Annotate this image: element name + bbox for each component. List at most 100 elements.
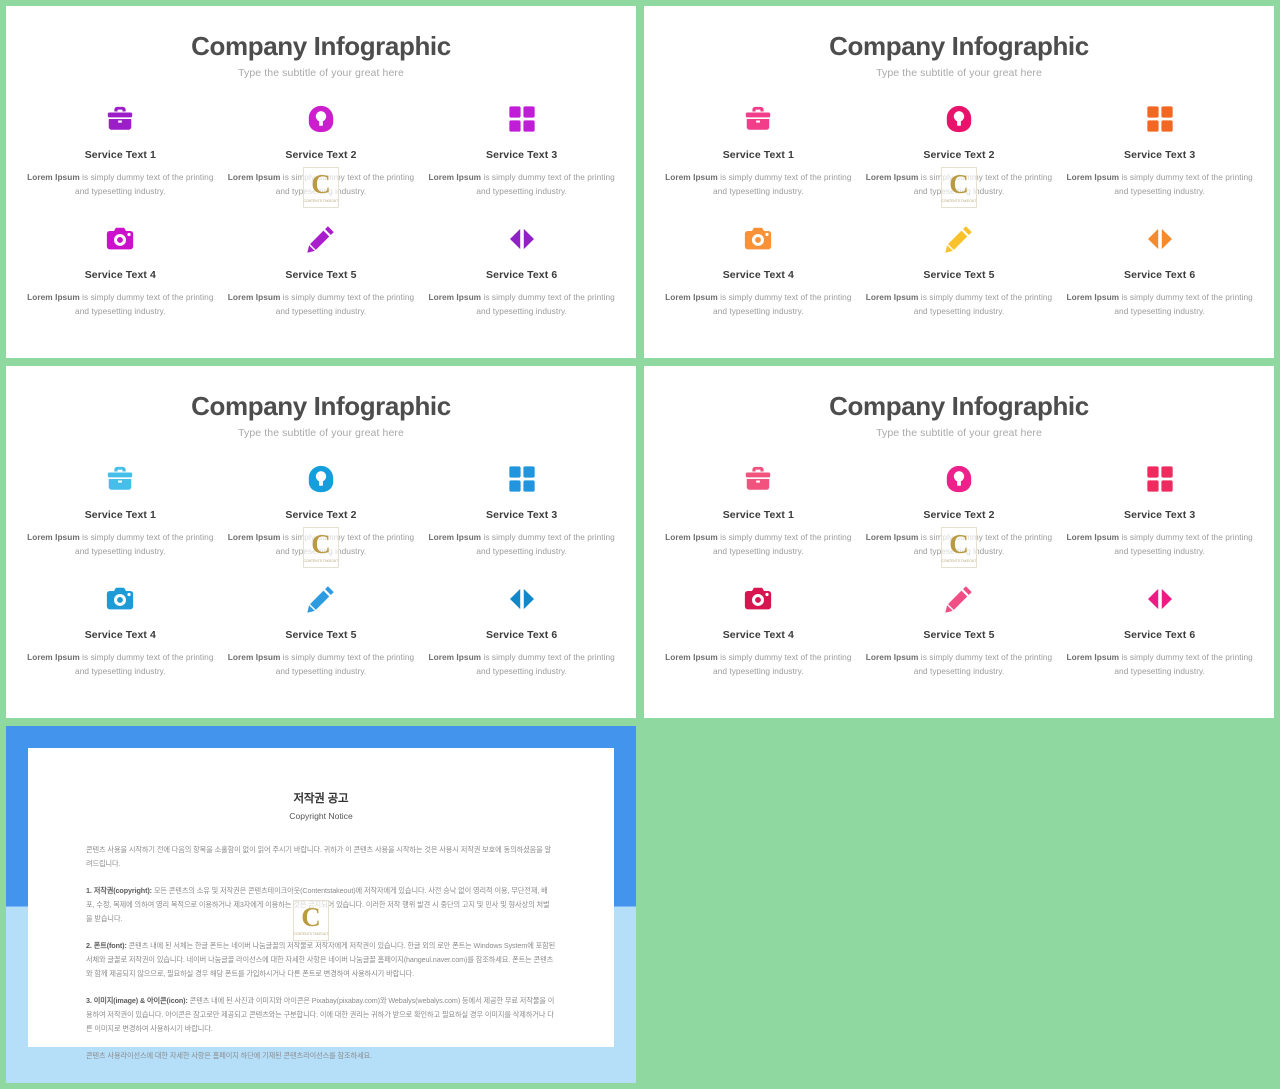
service-description-lead: Lorem Ipsum (865, 171, 919, 182)
service-description: Lorem Ipsum is simply dummy text of the … (26, 650, 215, 679)
service-item[interactable]: Service Text 4 Lorem Ipsum is simply dumm… (658, 221, 859, 341)
service-item[interactable]: Service Text 1 Lorem Ipsum is simply dumm… (658, 461, 859, 581)
service-item[interactable]: Service Text 1 Lorem Ipsum is simply dumm… (20, 101, 221, 221)
infographic-slide-rose[interactable]: Company Infographic Type the subtitle of… (644, 366, 1274, 718)
headphones-icon (227, 461, 416, 497)
service-title: Service Text 4 (722, 628, 794, 641)
service-item[interactable]: Service Text 4 Lorem Ipsum is simply dumm… (658, 581, 859, 701)
service-description: Lorem Ipsum is simply dummy text of the … (427, 170, 616, 199)
service-title: Service Text 1 (722, 508, 794, 521)
service-item[interactable]: Service Text 6 Lorem Ipsum is simply dumm… (421, 221, 622, 341)
copyright-paragraph-text: 콘텐츠 사용을 시작하기 전에 다음의 항목을 소홀함이 없이 읽어 주시기 바… (86, 845, 552, 869)
service-item[interactable]: Service Text 3 Lorem Ipsum is simply dumm… (1059, 101, 1260, 221)
service-description: Lorem Ipsum is simply dummy text of the … (1065, 650, 1254, 679)
service-title: Service Text 3 (1124, 148, 1196, 161)
service-item[interactable]: Service Text 5 Lorem Ipsum is simply dumm… (859, 581, 1060, 701)
copyright-card: 저작권 공고 Copyright Notice 콘텐츠 사용을 시작하기 전에 … (28, 748, 614, 1060)
service-description-lead: Lorem Ipsum (428, 171, 482, 182)
slide-header: Company Infographic Type the subtitle of… (644, 366, 1274, 439)
service-item[interactable]: Service Text 6 Lorem Ipsum is simply dumm… (421, 581, 622, 701)
service-description-rest: is simply dummy text of the printing and… (1114, 291, 1253, 317)
service-item[interactable]: Service Text 1 Lorem Ipsum is simply dumm… (658, 101, 859, 221)
grid-icon (1065, 101, 1254, 137)
service-description-lead: Lorem Ipsum (428, 291, 482, 302)
service-title: Service Text 3 (486, 148, 558, 161)
service-item[interactable]: Service Text 3 Lorem Ipsum is simply dumm… (1059, 461, 1260, 581)
service-item[interactable]: Service Text 2 Lorem Ipsum is simply dumm… (859, 461, 1060, 581)
service-title: Service Text 6 (1124, 268, 1196, 281)
arrows-icon (427, 581, 616, 617)
service-description-lead: Lorem Ipsum (27, 291, 80, 302)
infographic-slide-pink-orange[interactable]: Company Infographic Type the subtitle of… (644, 6, 1274, 358)
service-title: Service Text 5 (285, 268, 357, 281)
copyright-paragraph-lead: 2. 폰트(font): (86, 941, 127, 951)
service-item[interactable]: Service Text 3 Lorem Ipsum is simply dumm… (421, 461, 622, 581)
service-description: Lorem Ipsum is simply dummy text of the … (227, 290, 416, 319)
service-title: Service Text 4 (722, 268, 794, 281)
briefcase-icon (664, 461, 853, 497)
service-item[interactable]: Service Text 5 Lorem Ipsum is simply dumm… (221, 221, 422, 341)
grid-icon (427, 461, 616, 497)
service-item[interactable]: Service Text 6 Lorem Ipsum is simply dumm… (1059, 221, 1260, 341)
service-grid: Service Text 1 Lorem Ipsum is simply dumm… (6, 461, 636, 701)
service-description: Lorem Ipsum is simply dummy text of the … (664, 290, 853, 319)
service-grid: Service Text 1 Lorem Ipsum is simply dumm… (644, 101, 1274, 341)
service-item[interactable]: Service Text 4 Lorem Ipsum is simply dumm… (20, 221, 221, 341)
headphones-icon (865, 461, 1054, 497)
pencil-icon (865, 581, 1054, 617)
service-description-lead: Lorem Ipsum (227, 291, 281, 302)
pencil-icon (227, 581, 416, 617)
service-description: Lorem Ipsum is simply dummy text of the … (227, 170, 416, 199)
service-description-lead: Lorem Ipsum (865, 291, 919, 302)
service-item[interactable]: Service Text 3 Lorem Ipsum is simply dumm… (421, 101, 622, 221)
pencil-icon (227, 221, 416, 257)
service-description-lead: Lorem Ipsum (1066, 291, 1120, 302)
service-description-lead: Lorem Ipsum (227, 171, 281, 182)
service-description: Lorem Ipsum is simply dummy text of the … (427, 530, 616, 559)
service-description: Lorem Ipsum is simply dummy text of the … (664, 170, 853, 199)
copyright-paragraph: 콘텐츠 사용라이선스에 대한 자세한 사항은 홈페이지 하단에 기재된 콘텐츠라… (86, 1049, 556, 1063)
service-description-rest: is simply dummy text of the printing and… (75, 291, 214, 317)
service-description: Lorem Ipsum is simply dummy text of the … (865, 530, 1054, 559)
copyright-notice-slide[interactable]: 저작권 공고 Copyright Notice 콘텐츠 사용을 시작하기 전에 … (6, 726, 636, 1083)
service-item[interactable]: Service Text 6 Lorem Ipsum is simply dumm… (1059, 581, 1260, 701)
service-item[interactable]: Service Text 1 Lorem Ipsum is simply dumm… (20, 461, 221, 581)
service-description-lead: Lorem Ipsum (1066, 531, 1120, 542)
service-item[interactable]: Service Text 5 Lorem Ipsum is simply dumm… (859, 221, 1060, 341)
service-title: Service Text 2 (285, 148, 357, 161)
camera-icon (26, 581, 215, 617)
service-description-rest: is simply dummy text of the printing and… (713, 291, 852, 317)
service-description-lead: Lorem Ipsum (428, 531, 482, 542)
service-description-lead: Lorem Ipsum (27, 651, 80, 662)
page-title: Company Infographic (829, 31, 1089, 61)
service-description-lead: Lorem Ipsum (27, 531, 80, 542)
page-title: Company Infographic (191, 31, 451, 61)
copyright-paragraph: 2. 폰트(font): 콘텐츠 내에 된 서체는 한글 폰트는 네이버 나눔글… (86, 939, 556, 981)
page-subtitle: Type the subtitle of your great here (238, 66, 404, 79)
service-description: Lorem Ipsum is simply dummy text of the … (1065, 290, 1254, 319)
camera-icon (664, 221, 853, 257)
grid-icon (1065, 461, 1254, 497)
service-description: Lorem Ipsum is simply dummy text of the … (664, 650, 853, 679)
service-item[interactable]: Service Text 5 Lorem Ipsum is simply dumm… (221, 581, 422, 701)
service-item[interactable]: Service Text 2 Lorem Ipsum is simply dumm… (221, 101, 422, 221)
copyright-paragraph-lead: 1. 저작권(copyright): (86, 886, 152, 896)
service-item[interactable]: Service Text 4 Lorem Ipsum is simply dumm… (20, 581, 221, 701)
service-description-lead: Lorem Ipsum (1066, 651, 1120, 662)
service-item[interactable]: Service Text 2 Lorem Ipsum is simply dumm… (859, 101, 1060, 221)
infographic-slide-blue[interactable]: Company Infographic Type the subtitle of… (6, 366, 636, 718)
service-item[interactable]: Service Text 2 Lorem Ipsum is simply dumm… (221, 461, 422, 581)
camera-icon (664, 581, 853, 617)
service-description-rest: is simply dummy text of the printing and… (75, 171, 214, 197)
arrows-icon (427, 221, 616, 257)
service-description-rest: is simply dummy text of the printing and… (913, 531, 1053, 557)
service-description-rest: is simply dummy text of the printing and… (713, 171, 852, 197)
copyright-paragraph-text: 모든 콘텐츠의 소유 및 저작권은 콘텐츠테이크아웃(Contentstakeo… (86, 886, 550, 924)
service-description: Lorem Ipsum is simply dummy text of the … (227, 650, 416, 679)
service-description: Lorem Ipsum is simply dummy text of the … (865, 650, 1054, 679)
infographic-slide-purple[interactable]: Company Infographic Type the subtitle of… (6, 6, 636, 358)
page-subtitle: Type the subtitle of your great here (238, 426, 404, 439)
service-title: Service Text 1 (84, 508, 156, 521)
service-title: Service Text 3 (1124, 508, 1196, 521)
headphones-icon (865, 101, 1054, 137)
